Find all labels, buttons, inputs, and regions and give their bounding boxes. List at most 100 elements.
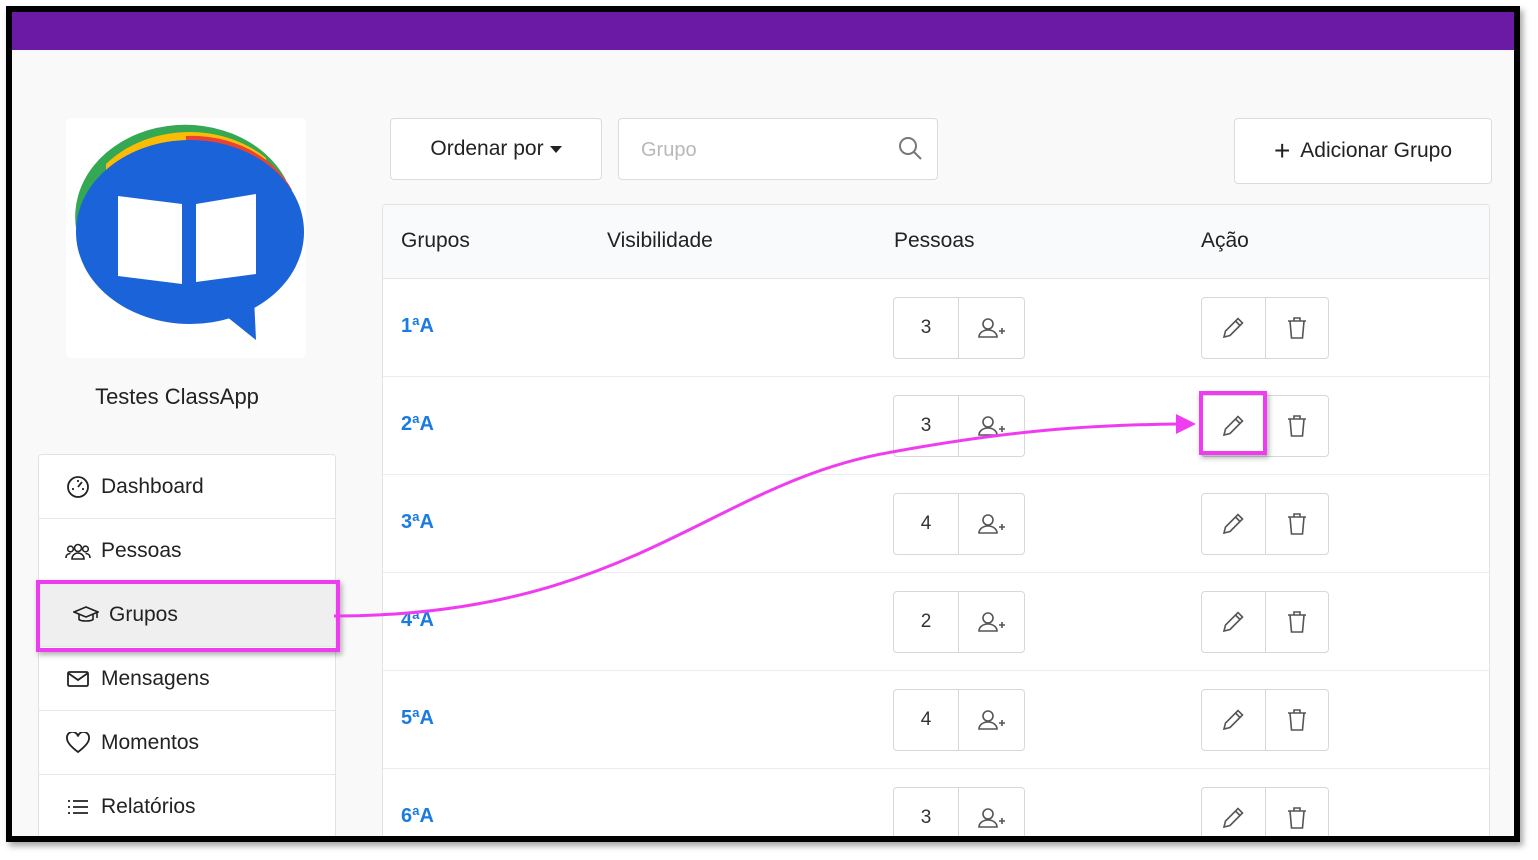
add-person-button[interactable] (959, 690, 1024, 750)
sidebar-item-label: Momentos (101, 730, 200, 754)
org-logo (66, 118, 306, 358)
sidebar-item-label: Pessoas (101, 538, 182, 562)
header-visibility: Visibilidade (607, 229, 713, 252)
pencil-icon (1223, 611, 1244, 633)
sidebar-item-label: Mensagens (101, 666, 210, 690)
people-control: 3 (893, 297, 1025, 359)
people-control: 4 (893, 493, 1025, 555)
people-count[interactable]: 3 (894, 788, 959, 836)
add-group-button[interactable]: + Adicionar Grupo (1234, 118, 1492, 184)
row-actions (1201, 493, 1329, 555)
group-name-link[interactable]: 4ªA (401, 609, 434, 632)
header-people: Pessoas (894, 229, 975, 252)
add-person-button[interactable] (959, 396, 1024, 456)
envelope-icon (65, 666, 91, 692)
edit-button[interactable] (1202, 298, 1266, 358)
add-person-icon (977, 710, 1005, 730)
search-icon[interactable] (897, 135, 923, 166)
app-window: Testes ClassApp Dashboard Pessoas Grupos… (6, 6, 1520, 842)
table-row: 6ªA 3 (383, 769, 1489, 836)
group-name-link[interactable]: 5ªA (401, 707, 434, 730)
annotation-highlight-edit (1199, 391, 1267, 455)
annotation-highlight-grupos (36, 580, 340, 652)
people-control: 4 (893, 689, 1025, 751)
edit-button[interactable] (1202, 788, 1266, 836)
people-count[interactable]: 3 (894, 298, 959, 358)
sort-dropdown[interactable]: Ordenar por (390, 118, 602, 180)
add-person-button[interactable] (959, 592, 1024, 652)
pencil-icon (1223, 317, 1244, 339)
dashboard-gauge-icon (65, 474, 91, 500)
pencil-icon (1223, 709, 1244, 731)
org-name: Testes ClassApp (95, 384, 259, 409)
search-box (618, 118, 938, 180)
table-row: 4ªA 2 (383, 573, 1489, 671)
delete-button[interactable] (1266, 788, 1329, 836)
search-input[interactable] (641, 133, 881, 167)
delete-button[interactable] (1266, 592, 1329, 652)
row-actions (1201, 787, 1329, 836)
sidebar-item-pessoas[interactable]: Pessoas (39, 519, 335, 583)
trash-icon (1287, 807, 1306, 829)
group-name-link[interactable]: 3ªA (401, 511, 434, 534)
people-count[interactable]: 2 (894, 592, 959, 652)
header-action: Ação (1201, 229, 1249, 252)
sort-label: Ordenar por (430, 137, 544, 160)
caret-down-icon (549, 145, 562, 153)
sidebar-item-label: Relatórios (101, 795, 196, 818)
add-person-icon (977, 318, 1005, 338)
people-count[interactable]: 4 (894, 494, 959, 554)
people-count[interactable]: 3 (894, 396, 959, 456)
table-row: 1ªA 3 (383, 279, 1489, 377)
plus-icon: + (1273, 135, 1291, 166)
group-name-link[interactable]: 1ªA (401, 315, 434, 338)
table-row: 5ªA 4 (383, 671, 1489, 769)
pencil-icon (1223, 807, 1244, 829)
header-groups: Grupos (401, 229, 470, 252)
top-bar (12, 12, 1514, 50)
trash-icon (1287, 611, 1306, 633)
trash-icon (1287, 513, 1306, 535)
people-control: 3 (893, 395, 1025, 457)
add-person-button[interactable] (959, 788, 1024, 836)
people-icon (65, 538, 91, 564)
table-body: 1ªA 3 2ªA 3 3ªA 4 4ªA 2 5ªA 4 6ªA 3 (383, 279, 1489, 836)
trash-icon (1287, 415, 1306, 437)
table-header: Grupos Visibilidade Pessoas Ação (383, 205, 1489, 279)
add-person-icon (977, 808, 1005, 828)
group-name-link[interactable]: 6ªA (401, 805, 434, 828)
table-row: 3ªA 4 (383, 475, 1489, 573)
people-control: 3 (893, 787, 1025, 836)
list-icon (65, 794, 91, 820)
add-group-label: Adicionar Grupo (1300, 139, 1453, 162)
table-row: 2ªA 3 (383, 377, 1489, 475)
sidebar-item-momentos[interactable]: Momentos (39, 711, 335, 775)
edit-button[interactable] (1202, 494, 1266, 554)
trash-icon (1287, 317, 1306, 339)
row-actions (1201, 591, 1329, 653)
add-person-icon (977, 612, 1005, 632)
add-person-button[interactable] (959, 298, 1024, 358)
add-person-icon (977, 416, 1005, 436)
sidebar-item-mensagens[interactable]: Mensagens (39, 647, 335, 711)
classapp-logo-icon (75, 124, 304, 340)
sidebar-item-label: Dashboard (101, 474, 204, 498)
people-count[interactable]: 4 (894, 690, 959, 750)
trash-icon (1287, 709, 1306, 731)
group-name-link[interactable]: 2ªA (401, 413, 434, 436)
edit-button[interactable] (1202, 690, 1266, 750)
heart-icon (65, 730, 91, 756)
people-control: 2 (893, 591, 1025, 653)
row-actions (1201, 297, 1329, 359)
delete-button[interactable] (1266, 298, 1329, 358)
edit-button[interactable] (1202, 592, 1266, 652)
sidebar-item-relatorios[interactable]: Relatórios (39, 775, 335, 836)
delete-button[interactable] (1266, 494, 1329, 554)
add-person-button[interactable] (959, 494, 1024, 554)
pencil-icon (1223, 513, 1244, 535)
delete-button[interactable] (1266, 690, 1329, 750)
row-actions (1201, 689, 1329, 751)
sidebar-item-dashboard[interactable]: Dashboard (39, 455, 335, 519)
add-person-icon (977, 514, 1005, 534)
delete-button[interactable] (1266, 396, 1329, 456)
